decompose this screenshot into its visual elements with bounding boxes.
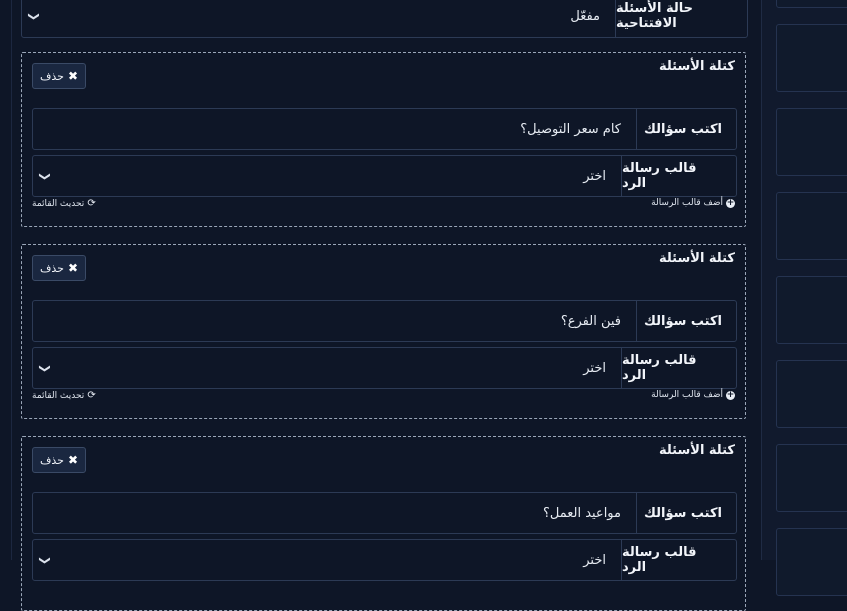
template-row: ❯ اختر قالب رسالة الرد (32, 347, 737, 389)
close-icon: ✖ (67, 69, 79, 83)
main-column: ❯ مفعّل حالة الأسئلة الافتتاحية كتلة الأ… (21, 0, 748, 611)
delete-button[interactable]: ✖ حذف (32, 255, 87, 281)
add-template-label: أضف قالب الرسالة (651, 390, 723, 400)
question-block: كتلة الأسئلة ✖ حذف فين الفرع؟ اكتب سؤالك… (21, 244, 746, 419)
block-title: كتلة الأسئلة (658, 59, 735, 74)
opening-questions-select[interactable]: ❯ مفعّل (22, 0, 615, 37)
question-input[interactable]: مواعيد العمل؟ (33, 493, 636, 533)
question-label: اكتب سؤالك (636, 301, 736, 341)
panel-card[interactable] (776, 276, 847, 344)
close-icon: ✖ (67, 453, 79, 467)
add-template-link[interactable]: + أضف قالب الرسالة (651, 198, 735, 208)
close-icon: ✖ (67, 261, 79, 275)
question-value: مواعيد العمل؟ (542, 505, 621, 521)
opening-questions-value: مفعّل (570, 8, 600, 24)
refresh-label: تحديث القائمة (32, 198, 85, 209)
template-value: اختر (583, 168, 606, 184)
template-label: قالب رسالة الرد (621, 540, 736, 580)
chevron-down-icon: ❯ (38, 171, 52, 181)
template-label: قالب رسالة الرد (621, 156, 736, 196)
template-value: اختر (583, 552, 606, 568)
chevron-down-icon: ❯ (38, 363, 52, 373)
panel-card[interactable] (776, 528, 847, 596)
panel-card[interactable] (776, 24, 847, 92)
question-input[interactable]: فين الفرع؟ (33, 301, 636, 341)
template-select[interactable]: ❯ اختر (33, 348, 621, 388)
chevron-down-icon: ❯ (38, 555, 52, 565)
refresh-icon: ⟳ (87, 390, 96, 401)
add-template-label: أضف قالب الرسالة (651, 198, 723, 208)
question-row: كام سعر التوصيل؟ اكتب سؤالك (32, 108, 737, 150)
block-title: كتلة الأسئلة (658, 443, 735, 458)
question-row: مواعيد العمل؟ اكتب سؤالك (32, 492, 737, 534)
question-row: فين الفرع؟ اكتب سؤالك (32, 300, 737, 342)
template-label: قالب رسالة الرد (621, 348, 736, 388)
refresh-list-link[interactable]: ⟳ تحديث القائمة (32, 390, 96, 401)
template-row: ❯ اختر قالب رسالة الرد (32, 155, 737, 197)
add-template-link[interactable]: + أضف قالب الرسالة (651, 390, 735, 400)
chevron-down-icon: ❯ (27, 11, 41, 21)
panel-card[interactable] (776, 444, 847, 512)
block-title: كتلة الأسئلة (658, 251, 735, 266)
question-block: كتلة الأسئلة ✖ حذف مواعيد العمل؟ اكتب سؤ… (21, 436, 746, 611)
question-input[interactable]: كام سعر التوصيل؟ (33, 109, 636, 149)
refresh-label: تحديث القائمة (32, 390, 85, 401)
panel-card[interactable] (776, 0, 847, 8)
plus-circle-icon: + (726, 389, 735, 400)
panel-card[interactable] (776, 108, 847, 176)
opening-questions-label: حالة الأسئلة الافتتاحية (615, 0, 747, 37)
delete-button[interactable]: ✖ حذف (32, 447, 87, 473)
question-value: كام سعر التوصيل؟ (520, 121, 621, 137)
question-label: اكتب سؤالك (636, 493, 736, 533)
template-value: اختر (583, 360, 606, 376)
panel-card[interactable] (776, 192, 847, 260)
delete-label: حذف (40, 453, 64, 467)
question-value: فين الفرع؟ (560, 313, 621, 329)
template-select[interactable]: ❯ اختر (33, 156, 621, 196)
delete-button[interactable]: ✖ حذف (32, 63, 87, 89)
page-edge-line (11, 0, 12, 560)
template-select[interactable]: ❯ اختر (33, 540, 621, 580)
plus-circle-icon: + (726, 197, 735, 208)
right-panel (761, 0, 847, 596)
question-block: كتلة الأسئلة ✖ حذف كام سعر التوصيل؟ اكتب… (21, 52, 746, 227)
question-label: اكتب سؤالك (636, 109, 736, 149)
opening-questions-row: ❯ مفعّل حالة الأسئلة الافتتاحية (21, 0, 748, 38)
delete-label: حذف (40, 261, 64, 275)
panel-card[interactable] (776, 360, 847, 428)
delete-label: حذف (40, 69, 64, 83)
refresh-list-link[interactable]: ⟳ تحديث القائمة (32, 198, 96, 209)
template-row: ❯ اختر قالب رسالة الرد (32, 539, 737, 581)
refresh-icon: ⟳ (87, 198, 96, 209)
